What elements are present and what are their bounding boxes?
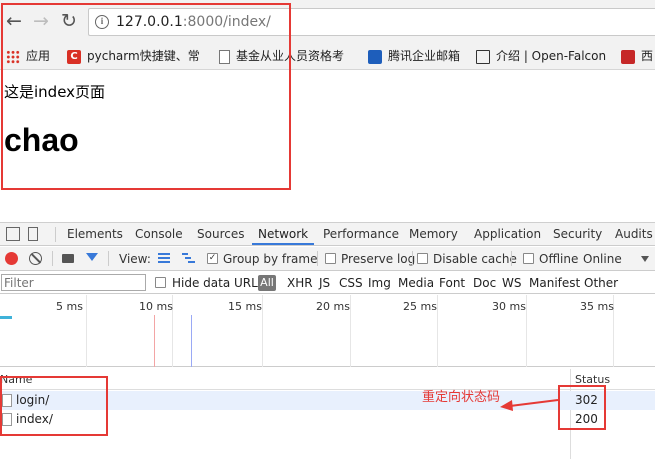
hide-data-urls-checkbox[interactable]	[155, 277, 166, 288]
tick-label: 35 ms	[580, 300, 614, 313]
tab-memory[interactable]: Memory	[409, 227, 458, 241]
disable-cache-label: Disable cache	[433, 252, 517, 266]
inspect-element-icon[interactable]	[6, 227, 20, 241]
network-filterbar: Hide data URLs All XHR JS CSS Img Media …	[0, 272, 655, 294]
network-toolbar: View: ✓ Group by frame Preserve log Disa…	[0, 247, 655, 271]
record-icon[interactable]	[5, 252, 18, 265]
active-tab-indicator	[252, 243, 314, 245]
devtools-tabbar: Elements Console Sources Network Perform…	[0, 223, 655, 246]
tab-performance[interactable]: Performance	[323, 227, 399, 241]
tab-application[interactable]: Application	[474, 227, 541, 241]
annotation-box-page	[1, 3, 291, 190]
filter-type-manifest[interactable]: Manifest	[529, 276, 580, 290]
throttle-select[interactable]: Online	[583, 252, 622, 266]
filter-input[interactable]	[1, 274, 146, 291]
divider	[412, 251, 413, 266]
divider	[55, 227, 56, 242]
group-by-frame-checkbox[interactable]: ✓	[207, 253, 218, 264]
filter-type-other[interactable]: Other	[584, 276, 618, 290]
offline-checkbox[interactable]	[523, 253, 534, 264]
request-timing-bar	[0, 316, 12, 319]
domcontentloaded-marker	[191, 315, 192, 367]
filter-icon[interactable]	[86, 253, 98, 261]
filter-type-css[interactable]: CSS	[339, 276, 363, 290]
tick-line	[350, 295, 351, 367]
overview-icon[interactable]	[182, 253, 195, 263]
group-by-frame-label: Group by frame	[223, 252, 318, 266]
bookmark-open-falcon[interactable]: 介绍 | Open-Falcon	[476, 48, 606, 64]
divider	[52, 251, 53, 266]
filter-type-all[interactable]: All	[258, 275, 276, 291]
tick-label: 30 ms	[492, 300, 526, 313]
tab-console[interactable]: Console	[135, 227, 183, 241]
filter-type-font[interactable]: Font	[439, 276, 465, 290]
bookmark-tencent-mail[interactable]: 腾讯企业邮箱	[368, 48, 460, 64]
clear-icon[interactable]	[29, 252, 42, 265]
tab-audits[interactable]: Audits	[615, 227, 653, 241]
tick-line	[526, 295, 527, 367]
large-rows-icon[interactable]	[158, 253, 170, 263]
divider	[511, 251, 512, 266]
disable-cache-checkbox[interactable]	[417, 253, 428, 264]
preserve-log-label: Preserve log	[341, 252, 416, 266]
annotation-box-status	[558, 385, 606, 430]
filter-type-js[interactable]: JS	[319, 276, 330, 290]
hide-data-urls-label: Hide data URLs	[172, 276, 265, 290]
tab-security[interactable]: Security	[553, 227, 602, 241]
tick-line	[86, 295, 87, 367]
divider	[108, 251, 109, 266]
tab-elements[interactable]: Elements	[67, 227, 123, 241]
arrow-icon	[500, 399, 559, 411]
camera-icon[interactable]	[62, 254, 74, 263]
tick-label: 5 ms	[56, 300, 83, 313]
tick-line	[262, 295, 263, 367]
preserve-log-checkbox[interactable]	[325, 253, 336, 264]
filter-type-img[interactable]: Img	[368, 276, 391, 290]
tab-sources[interactable]: Sources	[197, 227, 244, 241]
view-label: View:	[119, 252, 151, 266]
filter-type-media[interactable]: Media	[398, 276, 434, 290]
network-overview[interactable]: 5 ms 10 ms 15 ms 20 ms 25 ms 30 ms 35 ms	[0, 295, 655, 367]
tab-network[interactable]: Network	[258, 227, 308, 241]
offline-label: Offline	[539, 252, 579, 266]
tick-line	[437, 295, 438, 367]
annotation-box-names	[0, 376, 108, 436]
divider	[317, 251, 318, 266]
m-logo-icon	[621, 49, 635, 64]
tick-label: 25 ms	[403, 300, 437, 313]
filter-type-doc[interactable]: Doc	[473, 276, 496, 290]
chevron-down-icon[interactable]	[641, 256, 649, 262]
bookmark-xi[interactable]: 西	[621, 48, 653, 64]
tick-label: 15 ms	[228, 300, 262, 313]
tick-label: 10 ms	[139, 300, 173, 313]
annotation-label: 重定向状态码	[422, 390, 501, 405]
filter-type-xhr[interactable]: XHR	[287, 276, 313, 290]
book-icon	[476, 49, 490, 64]
tick-label: 20 ms	[316, 300, 350, 313]
device-toolbar-icon[interactable]	[28, 227, 38, 241]
filter-type-ws[interactable]: WS	[502, 276, 521, 290]
load-event-marker	[154, 315, 155, 367]
mail-icon	[368, 49, 382, 64]
